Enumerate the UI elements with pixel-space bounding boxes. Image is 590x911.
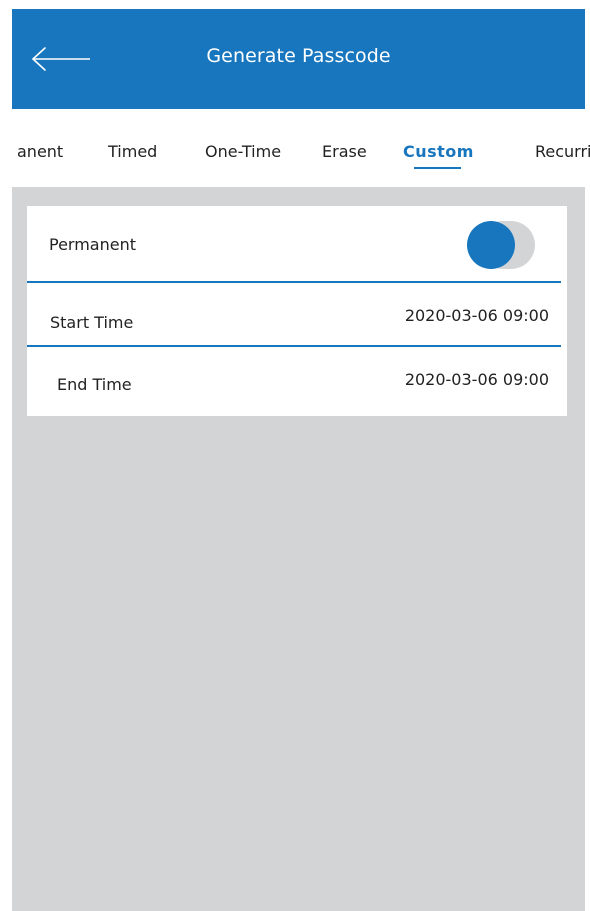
tab-timed[interactable]: Timed: [108, 142, 157, 161]
end-time-value[interactable]: 2020-03-06 09:00: [405, 370, 549, 389]
content-area: Permanent Start Time 2020-03-06 09:00 En…: [12, 187, 585, 911]
app-bar: Generate Passcode: [12, 9, 585, 109]
tab-custom[interactable]: Custom: [403, 142, 474, 161]
tab-one-time[interactable]: One-Time: [205, 142, 281, 161]
tab-permanent[interactable]: anent: [17, 142, 63, 161]
start-time-value[interactable]: 2020-03-06 09:00: [405, 306, 549, 325]
divider: [27, 281, 561, 283]
tab-recurring[interactable]: Recurri: [535, 142, 590, 161]
end-time-label: End Time: [57, 375, 132, 394]
tab-bar: anent Timed One-Time Erase Custom Recurr…: [0, 109, 590, 187]
generate-passcode-screen: Generate Passcode anent Timed One-Time E…: [0, 0, 590, 911]
passcode-settings-card: Permanent Start Time 2020-03-06 09:00 En…: [27, 206, 567, 416]
permanent-toggle[interactable]: [463, 220, 539, 270]
page-title: Generate Passcode: [206, 45, 391, 67]
toggle-knob: [467, 221, 515, 269]
permanent-label: Permanent: [49, 235, 137, 254]
start-time-label: Start Time: [50, 313, 134, 332]
tab-erase[interactable]: Erase: [322, 142, 367, 161]
tab-active-indicator: [414, 167, 461, 169]
divider: [27, 345, 561, 347]
